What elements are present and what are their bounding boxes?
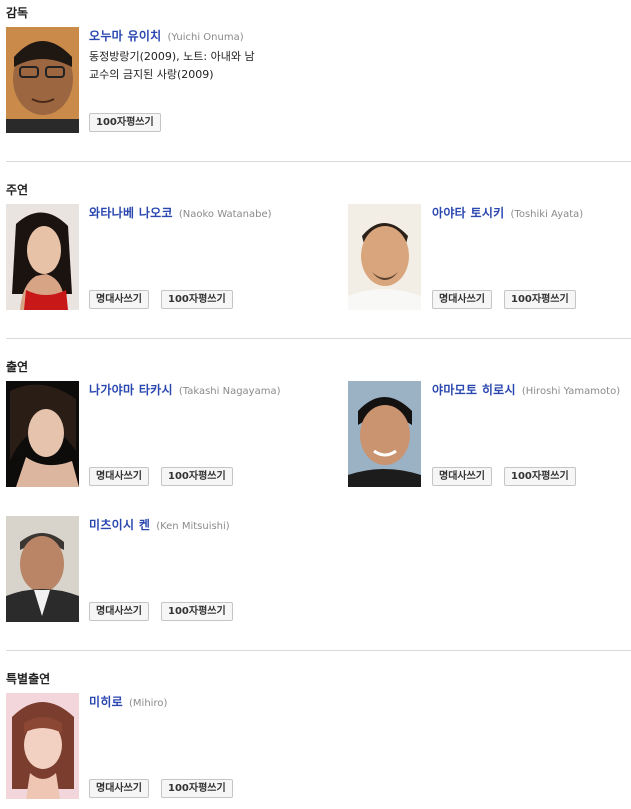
photo-mitsuishi[interactable] [6,516,79,622]
review-button-watanabe[interactable]: 100자평쓰기 [161,290,233,309]
quote-button-mitsuishi[interactable]: 명대사쓰기 [89,602,149,621]
review-button-mitsuishi[interactable]: 100자평쓰기 [161,602,233,621]
person-eng-name-mihiro: (Mihiro) [129,698,168,709]
person-name-ayata[interactable]: 아야타 토시키 [432,206,505,220]
person-info-ayata: 아야타 토시키 (Toshiki Ayata) [432,204,583,223]
person-eng-name-onuma: (Yuichi Onuma) [167,32,244,43]
section-title-director: 감독 [6,6,29,20]
section-title-special: 특별출연 [6,672,51,686]
review-button-onuma[interactable]: 100자평쓰기 [89,113,161,132]
review-button-nagayama[interactable]: 100자평쓰기 [161,467,233,486]
person-eng-name-nagayama: (Takashi Nagayama) [178,386,281,397]
photo-mihiro[interactable] [6,693,79,799]
person-name-yamamoto[interactable]: 야마모토 히로시 [432,383,516,397]
person-eng-name-ayata: (Toshiki Ayata) [510,209,584,220]
person-info-onuma: 오누마 유이치 (Yuichi Onuma) 동정방랑기(2009), 노트: 아… [89,27,259,84]
person-info-nagayama: 나가야마 타카시 (Takashi Nagayama) [89,381,281,400]
person-info-yamamoto: 야마모토 히로시 (Hiroshi Yamamoto) [432,381,620,400]
review-button-mihiro[interactable]: 100자평쓰기 [161,779,233,798]
photo-onuma[interactable] [6,27,79,133]
person-name-onuma[interactable]: 오누마 유이치 [89,29,162,43]
person-name-mitsuishi[interactable]: 미츠이시 켄 [89,518,150,532]
quote-button-yamamoto[interactable]: 명대사쓰기 [432,467,492,486]
person-info-mihiro: 미히로 (Mihiro) [89,693,167,712]
photo-yamamoto[interactable] [348,381,421,487]
person-name-nagayama[interactable]: 나가야마 타카시 [89,383,173,397]
quote-button-ayata[interactable]: 명대사쓰기 [432,290,492,309]
review-button-yamamoto[interactable]: 100자평쓰기 [504,467,576,486]
photo-nagayama[interactable] [6,381,79,487]
quote-button-nagayama[interactable]: 명대사쓰기 [89,467,149,486]
photo-watanabe[interactable] [6,204,79,310]
person-name-watanabe[interactable]: 와타나베 나오코 [89,206,173,220]
person-info-mitsuishi: 미츠이시 켄 (Ken Mitsuishi) [89,516,230,535]
section-title-lead: 주연 [6,183,29,197]
person-name-mihiro[interactable]: 미히로 [89,695,123,709]
section-divider [6,161,631,162]
section-divider [6,338,631,339]
review-button-ayata[interactable]: 100자평쓰기 [504,290,576,309]
quote-button-mihiro[interactable]: 명대사쓰기 [89,779,149,798]
section-divider [6,650,631,651]
section-title-support: 출연 [6,360,29,374]
person-eng-name-yamamoto: (Hiroshi Yamamoto) [521,386,621,397]
person-eng-name-mitsuishi: (Ken Mitsuishi) [156,521,230,532]
quote-button-watanabe[interactable]: 명대사쓰기 [89,290,149,309]
person-info-watanabe: 와타나베 나오코 (Naoko Watanabe) [89,204,272,223]
person-eng-name-watanabe: (Naoko Watanabe) [178,209,272,220]
photo-ayata[interactable] [348,204,421,310]
filmography-onuma: 동정방랑기(2009), 노트: 아내와 남교수의 금지된 사랑(2009) [89,50,255,81]
